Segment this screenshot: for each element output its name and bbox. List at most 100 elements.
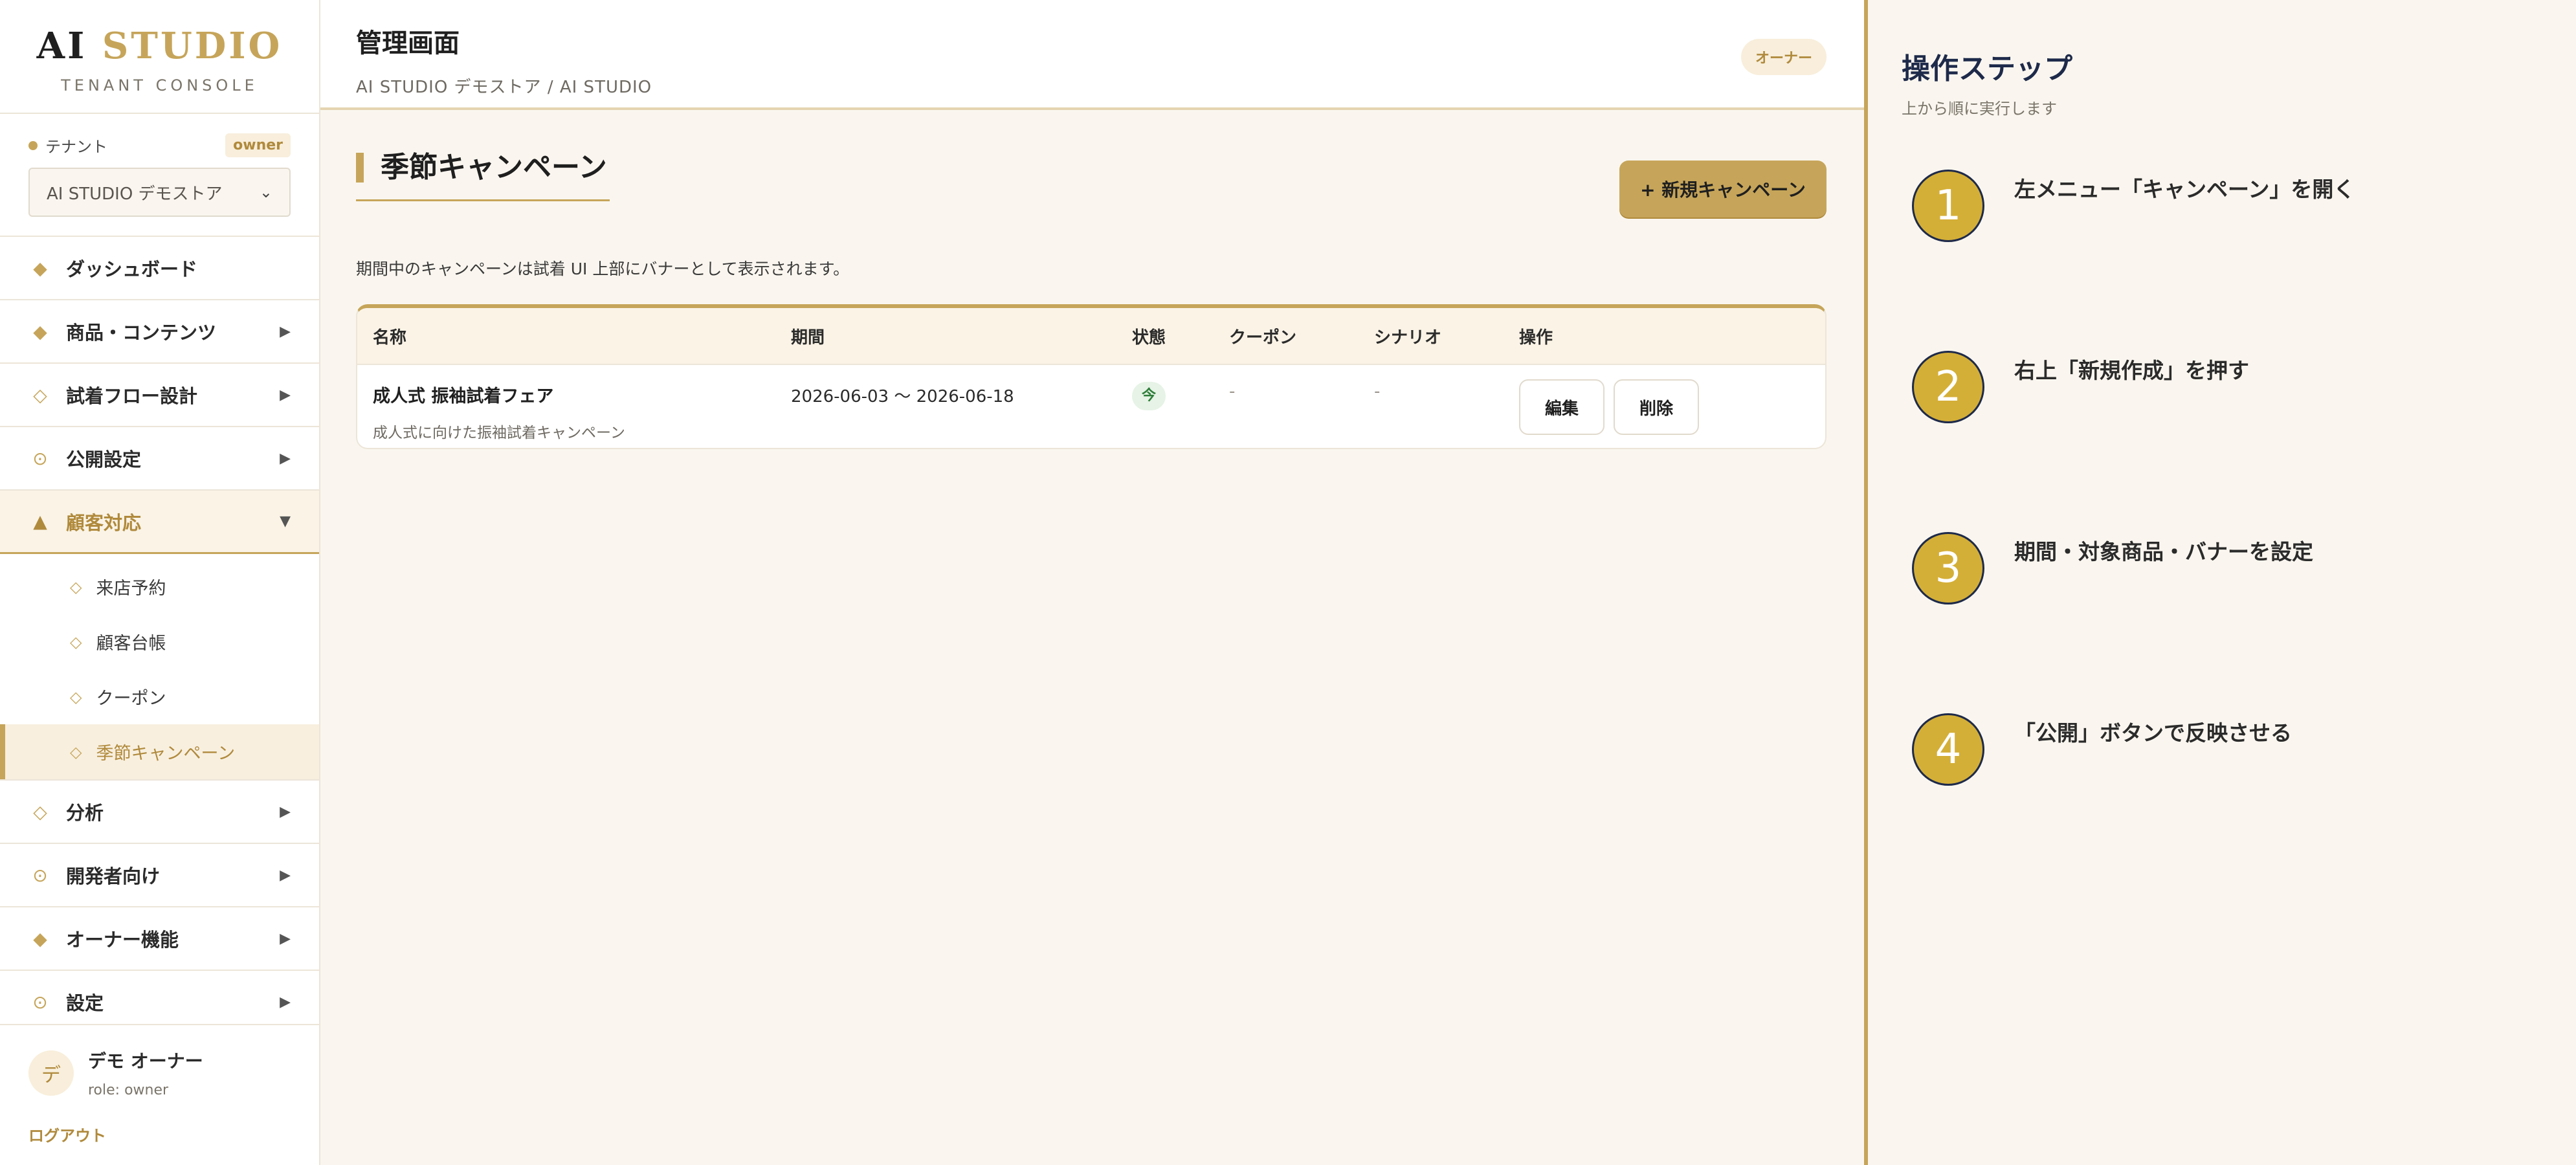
sidebar-item-label: 分析 <box>66 802 104 824</box>
sidebar-item-customer[interactable]: ▲ 顧客対応 ▼ <box>0 491 319 554</box>
sidebar: AI STUDIO TENANT CONSOLE テナント owner AI S… <box>0 0 320 1165</box>
table-row: 成人式 振袖試着フェア 成人式に向けた振袖試着キャンペーン 2026-06-03… <box>357 365 1825 448</box>
tenant-dot-icon <box>28 140 38 150</box>
column-header-name: 名称 <box>373 327 407 348</box>
step-number: 1 <box>1912 170 1984 242</box>
chevron-right-icon: ▶ <box>280 993 291 1010</box>
step-number: 4 <box>1912 713 1984 786</box>
sidebar-item-label: 公開設定 <box>66 449 142 471</box>
edit-button[interactable]: 編集 <box>1519 379 1604 435</box>
page-title: 季節キャンペーン <box>356 153 607 183</box>
campaign-name: 成人式 振袖試着フェア <box>373 386 554 406</box>
sidebar-item-label: 試着フロー設計 <box>66 385 198 407</box>
step-text: 左メニュー「キャンペーン」を開く <box>2014 177 2355 202</box>
campaign-period: 2026-06-03 〜 2026-06-18 <box>791 387 1014 406</box>
diamond-outline-icon: ◇ <box>70 577 82 596</box>
diamond-outline-icon: ◇ <box>70 687 82 706</box>
campaign-table: 名称 期間 状態 クーポン シナリオ 操作 成人式 振袖試着フェア 成人式に向け… <box>356 304 1827 449</box>
column-header-period: 期間 <box>791 327 825 348</box>
step-number: 3 <box>1912 532 1984 605</box>
role-pill: オーナー <box>1740 39 1827 75</box>
sidebar-subitem-reservation[interactable]: ◇ 来店予約 <box>0 559 319 614</box>
circle-dot-icon: ⊙ <box>32 864 48 886</box>
brand-logo-right: STUDIO <box>102 25 283 67</box>
diamond-filled-icon: ◆ <box>33 320 47 342</box>
column-header-coupon: クーポン <box>1229 327 1297 348</box>
breadcrumb: AI STUDIO デモストア / AI STUDIO <box>356 78 652 97</box>
steps-panel: 操作ステップ 上から順に実行します 1 左メニュー「キャンペーン」を開く 2 右… <box>1864 0 2576 1165</box>
role-badge: owner <box>225 133 291 157</box>
sidebar-item-label: 顧客対応 <box>66 511 142 534</box>
delete-button[interactable]: 削除 <box>1614 379 1699 435</box>
triangle-icon: ▲ <box>33 511 47 532</box>
chevron-right-icon: ▶ <box>280 386 291 403</box>
sidebar-subgroup-customer: ◇ 来店予約 ◇ 顧客台帳 ◇ クーポン ◇ 季節キャンペーン <box>0 554 319 781</box>
sidebar-item-label: 開発者向け <box>66 865 161 887</box>
brand-logo-left: AI <box>36 25 87 67</box>
column-header-actions: 操作 <box>1519 327 1553 348</box>
campaign-coupon: - <box>1229 382 1236 401</box>
user-name: デモ オーナー <box>88 1050 203 1072</box>
sidebar-nav: ◆ ダッシュボード ◆ 商品・コンテンツ ▶ ◇ 試着フロー設計 ▶ ⊙ 公開設… <box>0 237 319 1156</box>
brand-logo[interactable]: AI STUDIO <box>0 25 319 67</box>
chevron-right-icon: ▶ <box>280 803 291 820</box>
sidebar-subitem-label: 来店予約 <box>96 579 166 599</box>
main-area: 管理画面 AI STUDIO デモストア / AI STUDIO オーナー 季節… <box>320 0 1864 1165</box>
sidebar-item-label: 設定 <box>66 992 104 1014</box>
page-title-wrap: 季節キャンペーン <box>356 153 610 201</box>
column-header-scenario: シナリオ <box>1374 327 1442 348</box>
chevron-down-icon: ⌄ <box>259 183 272 201</box>
chevron-right-icon: ▶ <box>280 450 291 467</box>
logout-link[interactable]: ログアウト <box>28 1123 291 1146</box>
chevron-right-icon: ▶ <box>280 323 291 340</box>
circle-dot-icon: ⊙ <box>32 447 48 469</box>
sidebar-item-products[interactable]: ◆ 商品・コンテンツ ▶ <box>0 300 319 364</box>
diamond-outline-icon: ◇ <box>70 632 82 651</box>
steps-title: 操作ステップ <box>1902 52 2072 85</box>
tenant-select-value: AI STUDIO デモストア <box>47 184 223 204</box>
sidebar-subitem-label: 季節キャンペーン <box>96 744 236 764</box>
sidebar-item-publish[interactable]: ⊙ 公開設定 ▶ <box>0 427 319 491</box>
chevron-right-icon: ▶ <box>280 867 291 883</box>
tenant-select[interactable]: AI STUDIO デモストア ⌄ <box>28 168 291 217</box>
tenant-section: テナント owner AI STUDIO デモストア ⌄ <box>0 114 319 237</box>
topbar: 管理画面 AI STUDIO デモストア / AI STUDIO オーナー <box>320 0 1864 110</box>
step-1: 1 左メニュー「キャンペーン」を開く <box>1912 170 2355 242</box>
diamond-outline-icon: ◇ <box>70 742 82 761</box>
page-description: 期間中のキャンペーンは試着 UI 上部にバナーとして表示されます。 <box>356 260 850 278</box>
sidebar-item-dashboard[interactable]: ◆ ダッシュボード <box>0 237 319 300</box>
campaign-subtitle: 成人式に向けた振袖試着キャンペーン <box>373 425 625 441</box>
diamond-filled-icon: ◆ <box>33 927 47 949</box>
user-box: デ デモ オーナー role: owner ログアウト <box>0 1024 319 1165</box>
step-number: 2 <box>1912 351 1984 423</box>
tenant-label: テナント <box>45 138 107 156</box>
step-text: 期間・対象商品・バナーを設定 <box>2014 539 2313 564</box>
sidebar-item-label: オーナー機能 <box>66 929 179 951</box>
sidebar-subitem-label: 顧客台帳 <box>96 634 166 654</box>
circle-dot-icon: ⊙ <box>32 991 48 1013</box>
new-campaign-button[interactable]: + 新規キャンペーン <box>1619 161 1827 217</box>
step-text: 「公開」ボタンで反映させる <box>2014 720 2292 746</box>
steps-subtitle: 上から順に実行します <box>1902 100 2057 118</box>
header-title: 管理画面 <box>356 28 460 58</box>
brand: AI STUDIO TENANT CONSOLE <box>0 0 319 114</box>
sidebar-subitem-ledger[interactable]: ◇ 顧客台帳 <box>0 614 319 669</box>
sidebar-subitem-label: クーポン <box>96 689 166 709</box>
content: 季節キャンペーン + 新規キャンペーン 期間中のキャンペーンは試着 UI 上部に… <box>320 110 1864 449</box>
sidebar-item-analytics[interactable]: ◇ 分析 ▶ <box>0 781 319 844</box>
diamond-filled-icon: ◆ <box>33 257 47 279</box>
avatar[interactable]: デ <box>28 1050 74 1096</box>
sidebar-item-owner[interactable]: ◆ オーナー機能 ▶ <box>0 907 319 971</box>
status-badge: 今 <box>1132 382 1166 410</box>
brand-subtitle: TENANT CONSOLE <box>61 76 258 94</box>
sidebar-subitem-coupon[interactable]: ◇ クーポン <box>0 669 319 724</box>
diamond-outline-icon: ◇ <box>33 384 47 406</box>
step-text: 右上「新規作成」を押す <box>2014 358 2249 383</box>
user-role: role: owner <box>88 1082 169 1098</box>
step-2: 2 右上「新規作成」を押す <box>1912 351 2249 423</box>
sidebar-item-flow[interactable]: ◇ 試着フロー設計 ▶ <box>0 364 319 427</box>
sidebar-subitem-campaign[interactable]: ◇ 季節キャンペーン <box>0 724 319 779</box>
sidebar-item-developers[interactable]: ⊙ 開発者向け ▶ <box>0 844 319 907</box>
chevron-right-icon: ▶ <box>280 930 291 947</box>
sidebar-item-label: ダッシュボード <box>66 258 198 280</box>
